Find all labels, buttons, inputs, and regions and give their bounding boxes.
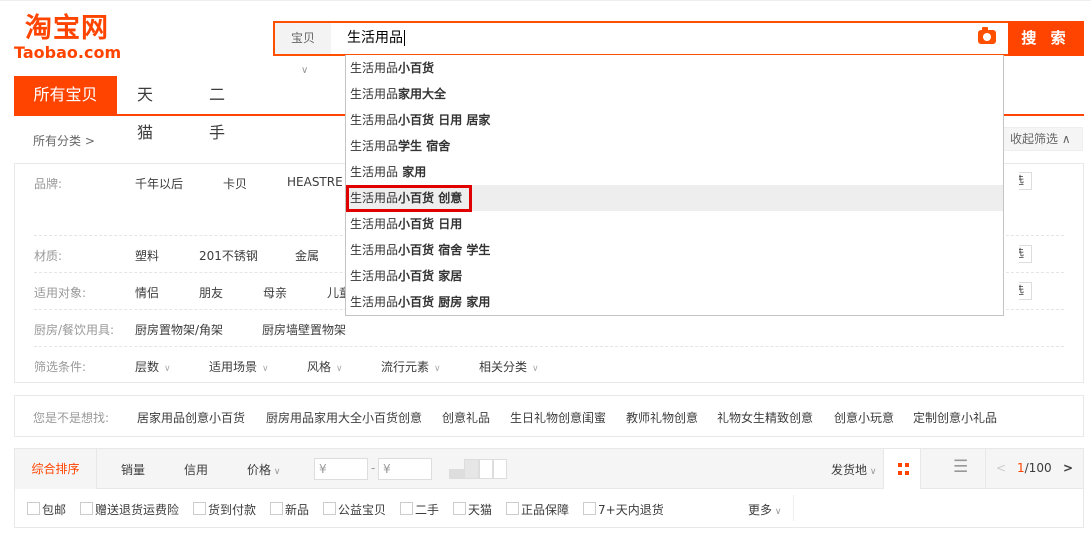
ship-from-dropdown[interactable]: 发货地 ∨ [831,461,876,478]
checkbox-genuine[interactable]: 正品保障 [506,501,569,518]
suggestion-item[interactable]: 生活用品 家用 [346,159,1003,185]
filter-label-brand: 品牌: [34,177,63,191]
list-view-icon[interactable]: ☰ [953,457,968,477]
next-page-button[interactable]: > [1063,461,1073,475]
filter-value[interactable]: 卡贝 [223,175,247,192]
multi-select-button[interactable]: 选 [1019,245,1032,263]
prev-page-button[interactable]: < [996,461,1006,475]
sort-credit[interactable]: 信用 [184,461,208,478]
checkbox-new[interactable]: 新品 [270,501,309,518]
suggestion-item[interactable]: 生活用品小百货 家居 [346,263,1003,289]
multi-select-button[interactable]: 选 [1019,282,1032,300]
price-range-chart-icon [449,459,509,479]
price-max-input[interactable]: ¥ [378,458,432,480]
tab-tmall[interactable]: 天猫 [137,76,153,142]
condition-dropdown[interactable]: 层数 ∨ [135,358,171,375]
checkbox-charity[interactable]: 公益宝贝 [323,501,386,518]
suggestion-item[interactable]: 生活用品小百货 [346,55,1003,81]
divider [793,495,794,521]
top-divider [0,0,1091,1]
filter-value[interactable]: 201不锈钢 [199,247,258,264]
checkbox-secondhand[interactable]: 二手 [400,501,439,518]
page-indicator: 1/100 [1017,461,1052,475]
tab-all-items[interactable]: 所有宝贝 [14,76,117,114]
condition-dropdown[interactable]: 风格 ∨ [307,358,343,375]
did-you-mean-label: 您是不是想找: [33,411,110,425]
taobao-logo[interactable]: 淘宝网 Taobao.com [14,13,122,62]
search-input[interactable]: 生活用品 [347,23,405,54]
filter-label-material: 材质: [34,249,63,263]
category-label: 宝贝 [291,31,316,45]
multi-select-button[interactable]: 选 [1019,172,1032,190]
did-you-mean-bar: 您是不是想找: 居家用品创意小百货 厨房用品家用大全小百货创意 创意礼品 生日礼… [14,395,1084,437]
filter-value[interactable]: HEASTRE [287,175,343,189]
checkbox-return-insurance[interactable]: 赠送退货运费险 [80,501,179,518]
sort-sales[interactable]: 销量 [121,461,145,478]
related-search-link[interactable]: 居家用品创意小百货 [137,409,245,426]
checkbox-7day-return[interactable]: 7+天内退货 [583,501,664,518]
tab-secondhand[interactable]: 二手 [209,76,225,142]
suggestion-item[interactable]: 生活用品小百货 日用 居家 [346,107,1003,133]
suggestion-item[interactable]: 生活用品小百货 宿舍 学生 [346,237,1003,263]
checkbox-free-shipping[interactable]: 包邮 [27,501,66,518]
suggestion-item[interactable]: 生活用品学生 宿舍 [346,133,1003,159]
breadcrumb[interactable]: 所有分类 > [33,132,95,149]
condition-dropdown[interactable]: 流行元素 ∨ [381,358,441,375]
collapse-filters-button[interactable]: 收起筛选 ∧ [1003,127,1083,151]
search-button[interactable]: 搜 索 [1008,21,1084,56]
suggestion-item[interactable]: 生活用品小百货 厨房 家用 [346,289,1003,315]
sort-comprehensive[interactable]: 综合排序 [15,449,97,489]
sort-bar: 综合排序 销量 信用 价格 ∨ ¥ - ¥ 发货地 ∨ ☰ < 1/100 > … [14,448,1084,528]
suggestion-item[interactable]: 生活用品家用大全 [346,81,1003,107]
filter-value[interactable]: 金属 [295,247,319,264]
filter-value[interactable]: 朋友 [199,284,223,301]
related-search-link[interactable]: 定制创意小礼品 [913,409,997,426]
grid-view-icon[interactable] [883,449,921,489]
highlight-annotation-box [346,185,472,212]
price-dash: - [371,461,376,475]
filter-value[interactable]: 厨房置物架/角架 [135,321,223,338]
related-search-link[interactable]: 教师礼物创意 [626,409,698,426]
condition-dropdown[interactable]: 相关分类 ∨ [479,358,539,375]
suggestion-item[interactable]: 生活用品小百货 日用 [346,211,1003,237]
filter-value[interactable]: 母亲 [263,284,287,301]
filter-label-target: 适用对象: [34,286,87,300]
related-search-link[interactable]: 创意礼品 [442,409,490,426]
related-search-link[interactable]: 生日礼物创意闺蜜 [510,409,606,426]
condition-dropdown[interactable]: 适用场景 ∨ [209,358,269,375]
filter-value[interactable]: 厨房墙壁置物架 [262,321,346,338]
related-search-link[interactable]: 创意小玩意 [834,409,894,426]
filter-value[interactable]: 塑料 [135,247,159,264]
logo-cn: 淘宝网 [25,13,109,44]
chevron-down-icon: ∨ [301,65,309,76]
checkbox-tmall[interactable]: 天猫 [453,501,492,518]
price-min-input[interactable]: ¥ [314,458,368,480]
camera-icon[interactable] [978,27,996,44]
related-search-link[interactable]: 礼物女生精致创意 [717,409,813,426]
filter-label-kitchen: 厨房/餐饮用具: [34,323,115,337]
more-filters-dropdown[interactable]: 更多 ∨ [748,501,781,518]
sort-price[interactable]: 价格 ∨ [247,461,280,478]
filter-value[interactable]: 千年以后 [135,175,183,192]
filter-label-conditions: 筛选条件: [34,360,87,374]
filter-value[interactable]: 情侣 [135,284,159,301]
checkbox-cod[interactable]: 货到付款 [193,501,256,518]
search-bar: 宝贝 ∨ 生活用品 [273,21,1010,76]
search-category-select[interactable]: 宝贝 ∨ [275,23,331,76]
logo-en: Taobao.com [14,43,122,62]
related-search-link[interactable]: 厨房用品家用大全小百货创意 [266,409,422,426]
